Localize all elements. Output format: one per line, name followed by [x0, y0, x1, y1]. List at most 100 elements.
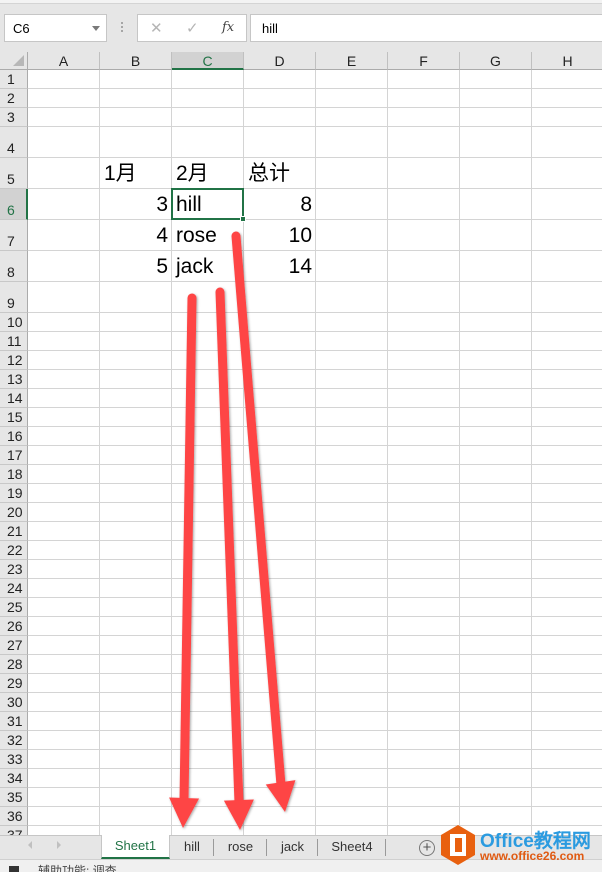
cell-c8[interactable]: jack	[176, 255, 240, 279]
gridline	[28, 483, 602, 484]
drag-handle-icon[interactable]	[120, 20, 124, 36]
sheet-tab-label: jack	[280, 839, 305, 854]
scroll-tabs-left-icon[interactable]	[28, 841, 32, 849]
sheet-tab-sheet4[interactable]: Sheet4	[318, 836, 386, 859]
sheet-tab-label: hill	[184, 839, 200, 854]
sheet-tab-jack[interactable]: jack	[267, 836, 318, 859]
gridline	[28, 521, 602, 522]
name-box[interactable]: C6	[4, 14, 107, 42]
fill-handle[interactable]	[240, 216, 246, 222]
gridline	[459, 70, 460, 835]
row-header-32[interactable]: 32	[0, 731, 28, 750]
row-header-25[interactable]: 25	[0, 598, 28, 617]
row-header-2[interactable]: 2	[0, 89, 28, 108]
row-header-22[interactable]: 22	[0, 541, 28, 560]
row-header-10[interactable]: 10	[0, 313, 28, 332]
row-header-21[interactable]: 21	[0, 522, 28, 541]
cell-c5[interactable]: 2月	[176, 162, 240, 186]
gridline	[28, 635, 602, 636]
sheet-tab-hill[interactable]: hill	[170, 836, 214, 859]
row-header-7[interactable]: 7	[0, 220, 28, 251]
scroll-tabs-right-icon[interactable]	[57, 841, 61, 849]
row-header-23[interactable]: 23	[0, 560, 28, 579]
cell-d6[interactable]: 8	[248, 193, 312, 217]
row-header-11[interactable]: 11	[0, 332, 28, 351]
row-header-34[interactable]: 34	[0, 769, 28, 788]
row-header-36[interactable]: 36	[0, 807, 28, 826]
cell-b8[interactable]: 5	[104, 255, 168, 279]
gridline	[28, 711, 602, 712]
cell-b6[interactable]: 3	[104, 193, 168, 217]
row-header-35[interactable]: 35	[0, 788, 28, 807]
row-header-9[interactable]: 9	[0, 282, 28, 313]
column-header-e[interactable]: E	[316, 52, 388, 70]
row-header-37[interactable]: 37	[0, 826, 28, 835]
gridline	[28, 350, 602, 351]
gridline	[99, 70, 100, 835]
column-header-b[interactable]: B	[100, 52, 172, 70]
row-header-33[interactable]: 33	[0, 750, 28, 769]
row-header-28[interactable]: 28	[0, 655, 28, 674]
formula-bar: C6 ✕ ✓ fx hill	[0, 4, 602, 52]
row-header-8[interactable]: 8	[0, 251, 28, 282]
row-header-6[interactable]: 6	[0, 189, 28, 220]
row-header-12[interactable]: 12	[0, 351, 28, 370]
row-header-3[interactable]: 3	[0, 108, 28, 127]
row-header-13[interactable]: 13	[0, 370, 28, 389]
row-header-15[interactable]: 15	[0, 408, 28, 427]
gridline	[28, 749, 602, 750]
row-header-17[interactable]: 17	[0, 446, 28, 465]
row-header-4[interactable]: 4	[0, 127, 28, 158]
accessibility-status[interactable]: 辅助功能: 调查	[38, 864, 117, 872]
gridline	[28, 673, 602, 674]
gridline	[28, 768, 602, 769]
gridline	[28, 331, 602, 332]
column-header-c[interactable]: C	[172, 52, 244, 70]
enter-icon[interactable]: ✓	[186, 19, 199, 37]
row-header-18[interactable]: 18	[0, 465, 28, 484]
spreadsheet-grid[interactable]: A B C D E F G H 1 2 3 4 5 6 7 8 9 10 11 12 13 14 15 16 17 18 19 20 2…	[0, 52, 602, 835]
row-header-19[interactable]: 19	[0, 484, 28, 503]
row-header-29[interactable]: 29	[0, 674, 28, 693]
cell-d7[interactable]: 10	[248, 224, 312, 248]
active-cell-border	[171, 188, 246, 222]
row-header-16[interactable]: 16	[0, 427, 28, 446]
cancel-icon[interactable]: ✕	[150, 19, 163, 37]
cell-b7[interactable]: 4	[104, 224, 168, 248]
column-header-a[interactable]: A	[28, 52, 100, 70]
column-header-h[interactable]: H	[532, 52, 602, 70]
cell-b5[interactable]: 1月	[104, 162, 168, 186]
row-header-24[interactable]: 24	[0, 579, 28, 598]
gridline	[243, 70, 244, 835]
cell-c7[interactable]: rose	[176, 224, 240, 248]
row-header-20[interactable]: 20	[0, 503, 28, 522]
formula-input[interactable]: hill	[250, 14, 602, 42]
row-header-14[interactable]: 14	[0, 389, 28, 408]
column-header-g[interactable]: G	[460, 52, 532, 70]
office-logo-icon	[441, 825, 475, 865]
sheet-tab-sheet1[interactable]: Sheet1	[101, 835, 170, 859]
gridline	[28, 464, 602, 465]
gridline	[531, 70, 532, 835]
row-header-26[interactable]: 26	[0, 617, 28, 636]
cell-d5[interactable]: 总计	[248, 162, 312, 186]
sheet-tab-rose[interactable]: rose	[214, 836, 267, 859]
row-header-31[interactable]: 31	[0, 712, 28, 731]
gridline	[28, 540, 602, 541]
gridline	[387, 70, 388, 835]
tab-separator	[385, 839, 386, 856]
row-header-30[interactable]: 30	[0, 693, 28, 712]
cell-d8[interactable]: 14	[248, 255, 312, 279]
insert-function-icon[interactable]: fx	[222, 20, 234, 35]
gridline	[28, 597, 602, 598]
gridline	[28, 806, 602, 807]
add-sheet-button[interactable]: +	[419, 840, 435, 856]
row-header-5[interactable]: 5	[0, 158, 28, 189]
chevron-down-icon[interactable]	[92, 26, 100, 31]
cell-mode-icon	[9, 866, 19, 872]
column-header-d[interactable]: D	[244, 52, 316, 70]
row-header-27[interactable]: 27	[0, 636, 28, 655]
column-header-f[interactable]: F	[388, 52, 460, 70]
row-header-1[interactable]: 1	[0, 70, 28, 89]
select-all-button[interactable]	[0, 52, 28, 70]
